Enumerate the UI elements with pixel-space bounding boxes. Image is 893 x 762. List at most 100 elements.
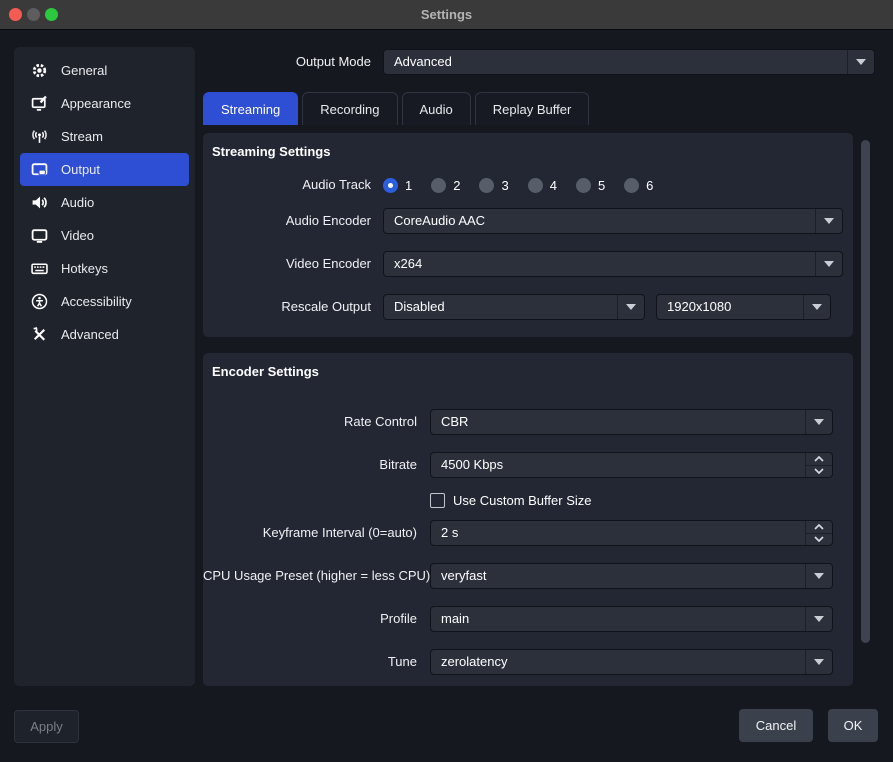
sidebar-item-accessibility[interactable]: Accessibility (20, 285, 189, 318)
output-mode-select[interactable]: Advanced (383, 49, 875, 75)
close-window-button[interactable] (9, 8, 22, 21)
radio-label: 3 (501, 178, 508, 193)
video-encoder-select[interactable]: x264 (383, 251, 843, 277)
radio-label: 4 (550, 178, 557, 193)
radio-label: 2 (453, 178, 460, 193)
sidebar-item-appearance[interactable]: Appearance (20, 87, 189, 120)
rate-control-label: Rate Control (203, 409, 430, 435)
chevron-down-icon (626, 304, 636, 310)
sidebar-item-output[interactable]: Output (20, 153, 189, 186)
audio-track-option-6[interactable]: 6 (624, 178, 653, 193)
tab-audio[interactable]: Audio (402, 92, 471, 125)
bitrate-label: Bitrate (203, 452, 430, 478)
sidebar-item-hotkeys[interactable]: Hotkeys (20, 252, 189, 285)
radio-icon (479, 178, 494, 193)
sidebar-item-stream[interactable]: Stream (20, 120, 189, 153)
rescale-output-select[interactable]: Disabled (383, 294, 645, 320)
audio-track-option-5[interactable]: 5 (576, 178, 605, 193)
spinner-buttons (805, 453, 832, 477)
apply-button[interactable]: Apply (14, 710, 79, 743)
gear-icon (31, 62, 48, 79)
audio-track-option-1[interactable]: 1 (383, 178, 412, 193)
profile-row: Profile main (203, 606, 833, 632)
profile-select[interactable]: main (430, 606, 833, 632)
chevron-down-icon (814, 616, 824, 622)
keyframe-interval-spinbox[interactable]: 2 s (430, 520, 833, 546)
audio-track-row: Audio Track 1 2 3 4 5 (203, 172, 843, 198)
profile-value: main (431, 607, 805, 631)
output-mode-row: Output Mode Advanced (203, 49, 875, 75)
dropdown-button[interactable] (803, 295, 830, 319)
dropdown-button[interactable] (805, 564, 832, 588)
keyframe-interval-value: 2 s (431, 521, 805, 545)
titlebar: Settings (0, 0, 893, 30)
stream-antenna-icon (31, 128, 48, 145)
rescale-resolution-select[interactable]: 1920x1080 (656, 294, 831, 320)
tab-recording[interactable]: Recording (302, 92, 397, 125)
radio-icon (576, 178, 591, 193)
spin-down-button[interactable] (806, 534, 832, 546)
dropdown-button[interactable] (805, 650, 832, 674)
audio-track-label: Audio Track (203, 172, 383, 198)
audio-encoder-label: Audio Encoder (203, 208, 383, 234)
sidebar-item-video[interactable]: Video (20, 219, 189, 252)
bitrate-spinbox[interactable]: 4500 Kbps (430, 452, 833, 478)
zoom-window-button[interactable] (45, 8, 58, 21)
rescale-controls: Disabled 1920x1080 (383, 294, 843, 320)
tab-streaming[interactable]: Streaming (203, 92, 298, 125)
bitrate-value: 4500 Kbps (431, 453, 805, 477)
minimize-window-button[interactable] (27, 8, 40, 21)
sidebar-item-audio[interactable]: Audio (20, 186, 189, 219)
spinner-buttons (805, 521, 832, 545)
rescale-output-row: Rescale Output Disabled 1920x1080 (203, 294, 843, 320)
tab-replay-buffer[interactable]: Replay Buffer (475, 92, 590, 125)
sidebar-item-label: Audio (61, 195, 94, 210)
spin-down-button[interactable] (806, 466, 832, 478)
audio-track-option-2[interactable]: 2 (431, 178, 460, 193)
dropdown-button[interactable] (617, 295, 644, 319)
custom-buffer-row: Use Custom Buffer Size (203, 487, 833, 513)
sidebar-item-label: Advanced (61, 327, 119, 342)
audio-track-option-3[interactable]: 3 (479, 178, 508, 193)
streaming-settings-title: Streaming Settings (212, 144, 330, 159)
spin-up-button[interactable] (806, 521, 832, 534)
use-custom-buffer-checkbox[interactable]: Use Custom Buffer Size (430, 493, 591, 508)
window-title: Settings (421, 7, 472, 22)
audio-encoder-select[interactable]: CoreAudio AAC (383, 208, 843, 234)
dropdown-button[interactable] (815, 209, 842, 233)
rate-control-select[interactable]: CBR (430, 409, 833, 435)
tune-select[interactable]: zerolatency (430, 649, 833, 675)
accessibility-icon (31, 293, 48, 310)
radio-icon (528, 178, 543, 193)
sidebar-item-general[interactable]: General (20, 54, 189, 87)
rate-control-row: Rate Control CBR (203, 409, 833, 435)
bitrate-row: Bitrate 4500 Kbps (203, 452, 833, 478)
spin-up-button[interactable] (806, 453, 832, 466)
video-encoder-label: Video Encoder (203, 251, 383, 277)
output-mode-label: Output Mode (203, 49, 383, 75)
radio-label: 1 (405, 178, 412, 193)
speaker-icon (31, 194, 48, 211)
tune-row: Tune zerolatency (203, 649, 833, 675)
dropdown-button[interactable] (847, 50, 874, 74)
sidebar-item-label: Video (61, 228, 94, 243)
dropdown-button[interactable] (815, 252, 842, 276)
rescale-resolution-value: 1920x1080 (657, 295, 803, 319)
sidebar-item-label: General (61, 63, 107, 78)
dropdown-button[interactable] (805, 410, 832, 434)
audio-track-option-4[interactable]: 4 (528, 178, 557, 193)
dropdown-button[interactable] (805, 607, 832, 631)
encoder-settings-panel: Encoder Settings Rate Control CBR Bitrat… (203, 353, 853, 686)
keyframe-interval-row: Keyframe Interval (0=auto) 2 s (203, 520, 833, 546)
radio-label: 6 (646, 178, 653, 193)
settings-sidebar: General Appearance Stream Output Audio V… (14, 47, 195, 686)
chevron-down-icon (856, 59, 866, 65)
sidebar-item-advanced[interactable]: Advanced (20, 318, 189, 351)
cpu-usage-preset-select[interactable]: veryfast (430, 563, 833, 589)
vertical-scrollbar[interactable] (861, 140, 870, 643)
ok-button[interactable]: OK (828, 709, 878, 742)
chevron-down-icon (824, 261, 834, 267)
cancel-button[interactable]: Cancel (739, 709, 813, 742)
appearance-icon (31, 95, 48, 112)
radio-selected-icon (383, 178, 398, 193)
